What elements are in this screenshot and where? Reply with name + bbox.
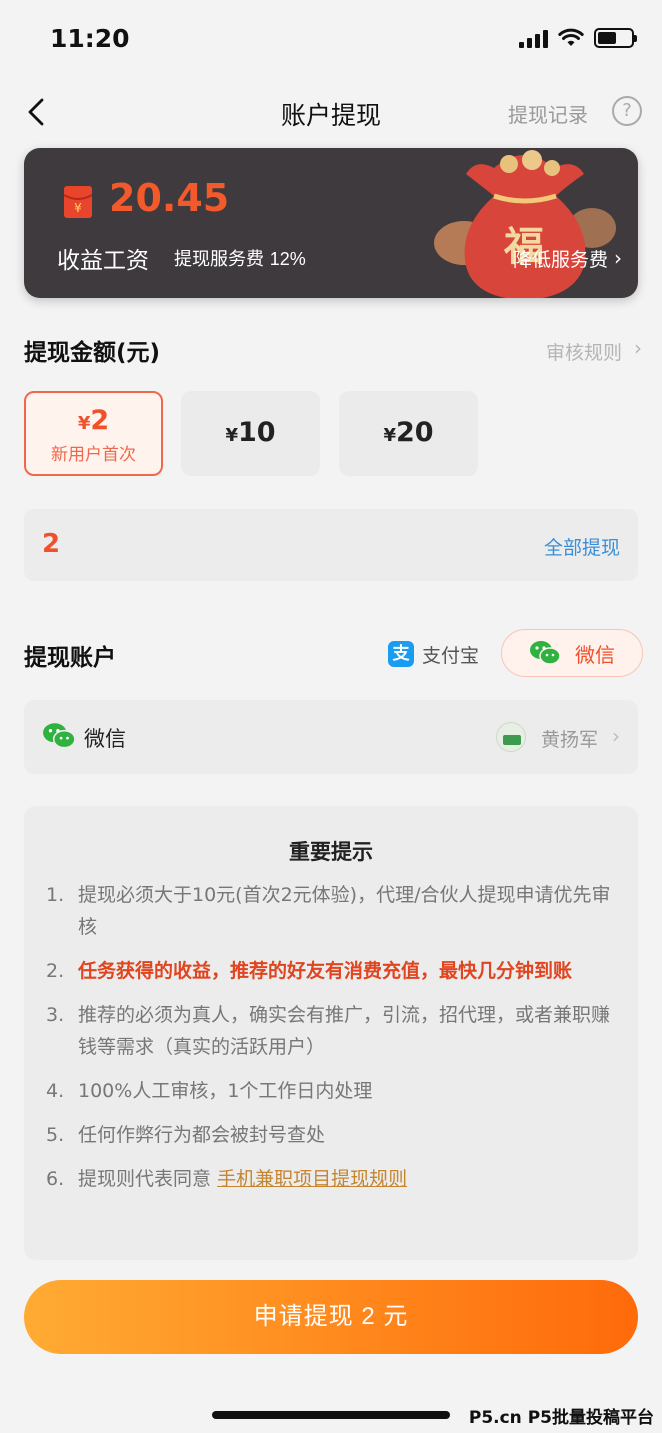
amount-section-title: 提现金额(元)	[24, 340, 161, 366]
notice-item: 5. 任何作弊行为都会被封号查处	[46, 1124, 326, 1146]
withdraw-all-button[interactable]: 全部提现	[544, 533, 620, 560]
help-icon[interactable]: ?	[612, 96, 642, 126]
account-user-name: 黄扬军	[540, 729, 598, 751]
amount-option-20[interactable]: ¥20	[339, 391, 478, 476]
alipay-option[interactable]: 支 支付宝	[388, 640, 479, 668]
wechat-option[interactable]: 微信	[501, 629, 643, 677]
amount-input-value[interactable]: 2	[42, 529, 60, 559]
earnings-label: 收益工资	[57, 248, 149, 274]
earnings-amount: 20.45	[109, 176, 230, 220]
notice-list: 1. 提现必须大于10元(首次2元体验)，代理/合伙人提现申请优先审核 2. 任…	[46, 879, 616, 1207]
amount-option-value: ¥2	[77, 405, 110, 436]
amount-option-value: ¥20	[383, 417, 434, 448]
avatar	[496, 722, 526, 752]
svg-text:¥: ¥	[74, 201, 82, 215]
notice-card: 重要提示 1. 提现必须大于10元(首次2元体验)，代理/合伙人提现申请优先审核…	[24, 806, 638, 1260]
wechat-icon	[43, 723, 76, 749]
amount-option-10[interactable]: ¥10	[181, 391, 320, 476]
amount-option-sub: 新用户首次	[51, 445, 136, 465]
home-indicator[interactable]	[212, 1411, 450, 1419]
amount-option-value: ¥10	[225, 417, 276, 448]
wechat-option-label: 微信	[575, 642, 615, 667]
red-packet-icon: ¥	[64, 186, 92, 218]
account-row-label: 微信	[84, 727, 126, 751]
chevron-right-icon: ›	[634, 336, 642, 360]
notice-item: 4. 100%人工审核，1个工作日内处理	[46, 1080, 373, 1102]
submit-withdraw-button[interactable]: 申请提现 2 元	[24, 1280, 638, 1354]
status-icons	[519, 28, 637, 48]
wechat-icon	[530, 641, 561, 665]
fee-label: 提现服务费 12%	[174, 245, 306, 271]
wifi-icon	[558, 28, 584, 46]
account-section-title: 提现账户	[24, 645, 116, 671]
account-row[interactable]: 微信 黄扬军 ›	[24, 700, 638, 774]
notice-item: 6. 提现则代表同意 手机兼职项目提现规则	[46, 1168, 408, 1190]
notice-item: 3. 推荐的必须为真人，确实会有推广，引流，招代理，或者兼职赚钱等需求（真实的活…	[46, 1004, 611, 1058]
alipay-label: 支付宝	[422, 644, 480, 667]
fortune-bag-icon: 福	[434, 150, 616, 298]
fee-label-text: 提现服务费	[174, 249, 264, 270]
status-bar: 11:20	[0, 0, 662, 80]
notice-item: 1. 提现必须大于10元(首次2元体验)，代理/合伙人提现申请优先审核	[46, 884, 611, 938]
chevron-right-icon: ›	[612, 724, 620, 748]
withdraw-rules-link[interactable]: 手机兼职项目提现规则	[217, 1168, 407, 1190]
withdraw-record-link[interactable]: 提现记录	[508, 99, 588, 128]
amount-input[interactable]: 2 全部提现	[24, 509, 638, 581]
watermark: P5.cn P5批量投稿平台	[468, 1408, 654, 1428]
amount-option-2[interactable]: ¥2 新用户首次	[24, 391, 163, 476]
reduce-fee-link[interactable]: 降低服务费	[513, 245, 608, 272]
alipay-icon: 支	[388, 641, 414, 667]
battery-icon	[594, 28, 637, 48]
notice-item: 2. 任务获得的收益，推荐的好友有消费充值，最快几分钟到账	[46, 960, 573, 982]
audit-rule-link[interactable]: 审核规则	[546, 338, 622, 365]
status-time: 11:20	[50, 24, 130, 53]
nav-bar: 账户提现 提现记录 ?	[0, 80, 662, 144]
chevron-right-icon: ›	[614, 246, 622, 270]
signal-icon	[519, 30, 548, 48]
fee-value: 12%	[269, 249, 306, 269]
earnings-card: 福 ¥ 20.45 收益工资 提现服务费 12% 降低服务费 ›	[24, 148, 638, 298]
notice-title: 重要提示	[289, 840, 373, 864]
